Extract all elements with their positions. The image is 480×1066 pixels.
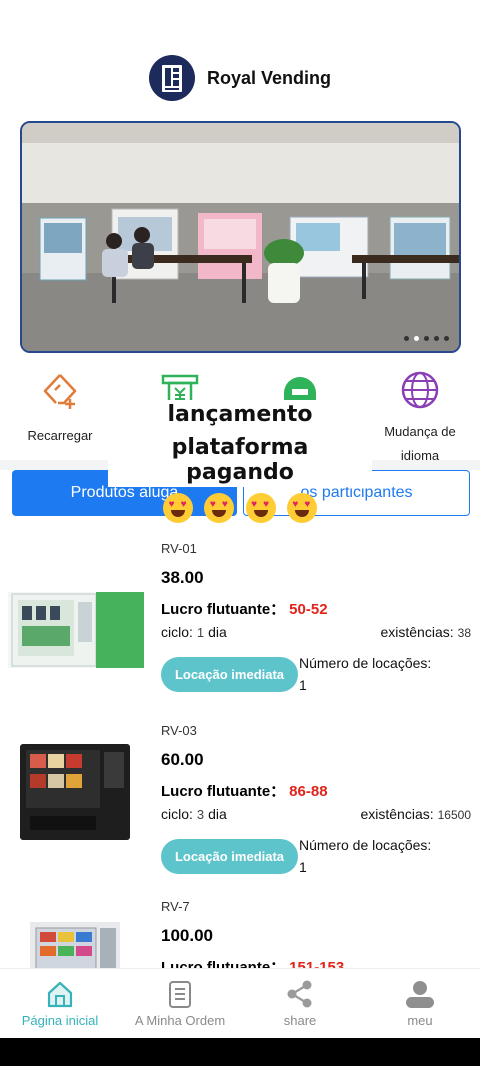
order-icon	[169, 981, 191, 1008]
tab-participants[interactable]: os participantes	[243, 470, 470, 516]
app-screen: Royal Vending Recarregar Mudança de idio…	[0, 0, 480, 1038]
cycle-label: ciclo:	[161, 806, 193, 822]
stock-label: existências:	[360, 806, 434, 822]
nav-orders[interactable]: A Minha Ordem	[120, 969, 240, 1038]
product-price: 100.00	[161, 926, 213, 945]
product-cycle: ciclo: 1 dia	[161, 624, 227, 640]
nav-share-label: share	[283, 1013, 317, 1028]
banner-pagination	[404, 336, 449, 341]
rental-count-value: 1	[299, 677, 307, 693]
product-stock: existências: 16500	[360, 806, 471, 822]
banner-dot[interactable]	[434, 336, 439, 341]
rent-now-button[interactable]: Locação imediata	[161, 657, 298, 692]
profit-label: Lucro flutuante：	[161, 783, 286, 800]
cycle-unit: dia	[208, 624, 227, 640]
product-code: RV-7	[161, 899, 190, 914]
quick-action-service[interactable]	[240, 370, 360, 460]
rental-count-label: Número de locações:	[299, 837, 432, 853]
nav-home-label: Página inicial	[21, 1013, 99, 1028]
product-card: RV-03 60.00 Lucro flutuante： 86-88 ciclo:…	[0, 712, 480, 894]
product-image	[8, 592, 144, 668]
banner-dot[interactable]	[404, 336, 409, 341]
home-icon	[47, 981, 73, 1008]
profit-value: 86-88	[289, 783, 328, 800]
brand-logo-icon	[148, 55, 195, 101]
app-header: Royal Vending	[0, 50, 480, 106]
stock-value: 16500	[437, 808, 471, 822]
product-tabs: Produtos aluga os participantes	[12, 470, 470, 516]
banner-dot[interactable]	[424, 336, 429, 341]
product-profit: Lucro flutuante： 86-88	[161, 780, 328, 801]
rent-now-button[interactable]: Locação imediata	[161, 839, 298, 874]
nav-orders-label: A Minha Ordem	[134, 1013, 226, 1028]
quick-action-recharge[interactable]: Recarregar	[0, 370, 120, 460]
rental-count-label: Número de locações:	[299, 655, 432, 671]
cycle-unit: dia	[208, 806, 227, 822]
user-icon	[406, 981, 434, 1008]
rental-count-value: 1	[299, 859, 307, 875]
nav-share[interactable]: share	[240, 969, 360, 1038]
service-icon	[279, 370, 321, 412]
profit-label: Lucro flutuante：	[161, 601, 286, 618]
bottom-navigation: Página inicial A Minha Ordem share meu	[0, 968, 480, 1038]
app-title: Royal Vending	[206, 67, 332, 88]
banner-image	[22, 123, 459, 351]
globe-icon	[399, 370, 441, 410]
banner-dot[interactable]	[444, 336, 449, 341]
profit-value: 50-52	[289, 601, 328, 618]
tab-rented-products[interactable]: Produtos aluga	[12, 470, 237, 516]
product-price: 60.00	[161, 750, 204, 769]
quick-action-withdraw[interactable]	[120, 370, 240, 460]
product-cycle: ciclo: 3 dia	[161, 806, 227, 822]
product-card: RV-01 38.00 Lucro flutuante： 50-52 ciclo:…	[0, 530, 480, 712]
rental-count: Número de locações: 1	[299, 834, 431, 878]
section-divider	[0, 460, 480, 470]
share-icon	[287, 980, 312, 1008]
product-image	[8, 742, 144, 842]
product-stock: existências: 38	[380, 624, 471, 640]
system-navigation-bar	[0, 1038, 480, 1066]
nav-home[interactable]: Página inicial	[0, 969, 120, 1038]
cycle-number: 3	[196, 807, 205, 822]
quick-actions: Recarregar Mudança de idioma	[0, 370, 480, 463]
product-list: RV-01 38.00 Lucro flutuante： 50-52 ciclo:…	[0, 530, 480, 1038]
stock-label: existências:	[380, 624, 454, 640]
stock-value: 38	[457, 626, 471, 640]
rental-count: Número de locações: 1	[299, 652, 431, 696]
nav-profile[interactable]: meu	[360, 969, 480, 1038]
product-code: RV-01	[161, 541, 197, 556]
promo-banner[interactable]	[20, 121, 461, 353]
cycle-number: 1	[196, 625, 205, 640]
banner-dot-active[interactable]	[414, 336, 419, 341]
product-code: RV-03	[161, 723, 197, 738]
quick-action-language[interactable]: Mudança de idioma	[360, 370, 480, 463]
nav-profile-label: meu	[407, 1013, 433, 1028]
product-profit: Lucro flutuante： 50-52	[161, 598, 328, 619]
quick-action-label: Recarregar	[27, 428, 93, 443]
recharge-icon	[39, 370, 81, 412]
product-price: 38.00	[161, 568, 204, 587]
cycle-label: ciclo:	[161, 624, 193, 640]
withdraw-icon	[159, 370, 201, 412]
